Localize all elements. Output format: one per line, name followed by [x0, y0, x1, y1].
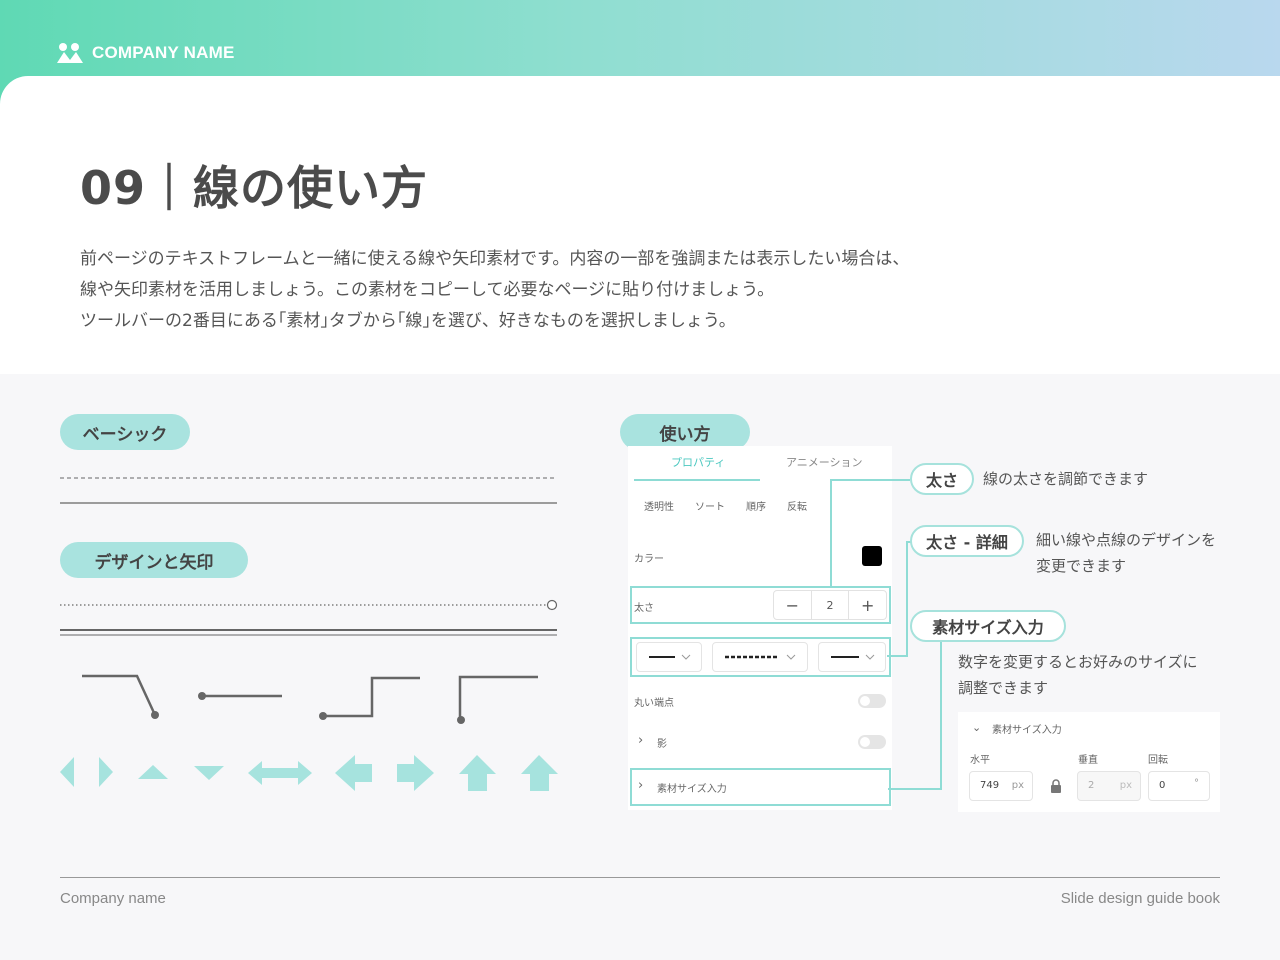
intro-text: 前ページのテキストフレームと一緒に使える線や矢印素材です。内容の一部を強調または…	[80, 244, 909, 337]
tab-animation[interactable]: アニメーション	[786, 454, 863, 470]
solid-line-icon	[649, 654, 691, 660]
size-panel-heading: 素材サイズ入力	[992, 725, 1062, 736]
lock-icon[interactable]	[1050, 779, 1062, 793]
connector	[830, 479, 910, 481]
opt-order[interactable]: 順序	[746, 498, 766, 513]
shadow-toggle[interactable]	[858, 735, 886, 749]
note-weight-detail-1: 細い線や点線のデザインを	[1036, 531, 1217, 549]
callout-weight: 太さ	[910, 463, 974, 495]
opt-sort[interactable]: ソート	[695, 498, 725, 513]
step-line	[323, 676, 420, 718]
page-title: 09｜線の使い方	[80, 161, 429, 215]
horizontal-value: 749	[980, 780, 1000, 791]
tab-properties[interactable]: プロパティ	[671, 454, 725, 470]
connector	[940, 640, 942, 790]
note-weight-detail-2: 変更できます	[1036, 557, 1127, 575]
rotation-value: 0	[1159, 780, 1166, 791]
size-input-label[interactable]: 素材サイズ入力	[657, 780, 727, 795]
section-howto-label: 使い方	[620, 414, 750, 450]
round-cap-toggle[interactable]	[858, 694, 886, 708]
vertical-unit: px	[1119, 780, 1132, 791]
elbow-line-end	[151, 711, 159, 719]
footer-company: Company name	[60, 890, 166, 907]
solid-line-icon	[831, 654, 875, 660]
note-weight: 線の太さを調節できます	[983, 470, 1149, 488]
corner-line	[458, 675, 538, 720]
tab-underline	[634, 479, 760, 481]
plus-icon[interactable]: +	[849, 591, 886, 619]
shadow-label: 影	[657, 739, 667, 750]
dot-line-start	[198, 692, 206, 700]
elbow-line-dot	[82, 674, 157, 716]
rotation-label: 回転	[1148, 755, 1168, 766]
note-size-2: 調整できます	[958, 679, 1049, 697]
corner-line-start	[457, 716, 465, 724]
round-cap-label: 丸い端点	[634, 698, 674, 709]
intro-line: 線や矢印素材を活用しましょう。この素材をコピーして必要なページに貼り付けましょう…	[80, 280, 775, 300]
connector	[887, 655, 908, 657]
connector	[906, 541, 908, 657]
connector	[888, 788, 942, 790]
chevron-right-icon[interactable]: ›	[638, 778, 643, 793]
callout-size: 素材サイズ入力	[910, 610, 1066, 642]
company-logo-icon	[57, 43, 83, 63]
arrow-up-bold-2-icon	[521, 755, 558, 791]
weight-value[interactable]: 2	[810, 591, 850, 619]
arrow-right-icon	[99, 757, 113, 787]
line-start-dropdown[interactable]	[636, 642, 702, 672]
arrow-up-bold-icon	[459, 755, 496, 791]
dashed-line-icon	[725, 654, 796, 660]
arrow-left-bold-icon	[335, 755, 372, 791]
footer-divider	[60, 877, 1220, 878]
arrow-double-icon	[248, 761, 312, 785]
vertical-value: 2	[1088, 780, 1095, 791]
color-swatch[interactable]	[862, 546, 882, 566]
horizontal-input[interactable]: 749 px	[969, 771, 1033, 801]
minus-icon[interactable]: −	[774, 591, 811, 619]
horizontal-label: 水平	[970, 755, 990, 766]
connector	[830, 479, 832, 587]
arrow-right-bold-icon	[397, 755, 434, 791]
dotted-line-end-circle	[546, 599, 558, 611]
intro-line: 前ページのテキストフレームと一緒に使える線や矢印素材です。内容の一部を強調または…	[80, 249, 910, 269]
arrow-up-icon	[138, 765, 168, 779]
weight-stepper[interactable]: − 2 +	[773, 590, 887, 620]
vertical-input[interactable]: 2 px	[1077, 771, 1141, 801]
chevron-right-icon[interactable]: ›	[638, 733, 643, 748]
vertical-label: 垂直	[1078, 755, 1098, 766]
chevron-down-icon[interactable]: ⌄	[972, 721, 981, 734]
arrow-down-icon	[194, 766, 224, 780]
arrow-left-icon	[60, 757, 74, 787]
callout-weight-detail: 太さ - 詳細	[910, 525, 1024, 557]
line-dash-dropdown[interactable]	[712, 642, 808, 672]
weight-label: 太さ	[634, 603, 654, 614]
brand: COMPANY NAME	[56, 42, 235, 64]
brand-name: COMPANY NAME	[92, 43, 235, 62]
line-end-dropdown[interactable]	[818, 642, 886, 672]
opt-opacity[interactable]: 透明性	[644, 498, 674, 513]
footer-guide-title: Slide design guide book	[1060, 890, 1220, 907]
horizontal-unit: px	[1011, 780, 1024, 791]
line-samples	[60, 477, 558, 791]
intro-line: ツールバーの2番目にある｢素材｣タブから｢線｣を選び、好きなものを選択しましょう…	[80, 311, 736, 331]
opt-flip[interactable]: 反転	[787, 498, 807, 513]
degree-icon: °	[1194, 778, 1199, 789]
note-size-1: 数字を変更するとお好みのサイズに	[958, 653, 1198, 671]
rotation-input[interactable]: 0 °	[1148, 771, 1210, 801]
step-line-start	[319, 712, 327, 720]
color-label: カラー	[634, 554, 664, 565]
